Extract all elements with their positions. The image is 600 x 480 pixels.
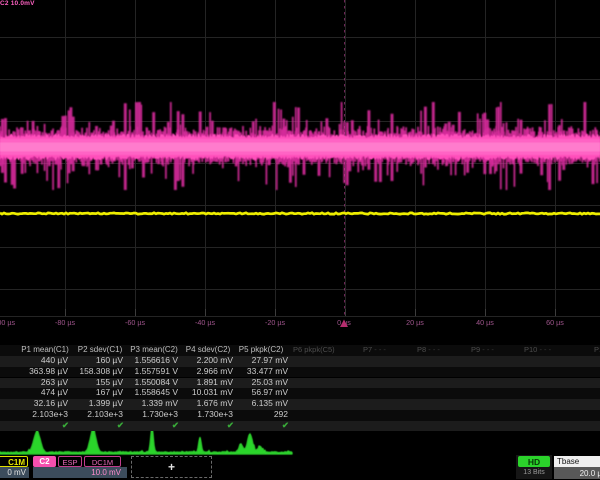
svg-text:-60 µs: -60 µs xyxy=(125,318,146,327)
svg-text:-40 µs: -40 µs xyxy=(195,318,216,327)
svg-text:-100 µs: -100 µs xyxy=(0,318,15,327)
svg-text:-80 µs: -80 µs xyxy=(55,318,76,327)
svg-text:-20 µs: -20 µs xyxy=(265,318,286,327)
svg-text:40 µs: 40 µs xyxy=(476,318,494,327)
svg-text:60 µs: 60 µs xyxy=(546,318,564,327)
svg-text:20 µs: 20 µs xyxy=(406,318,424,327)
